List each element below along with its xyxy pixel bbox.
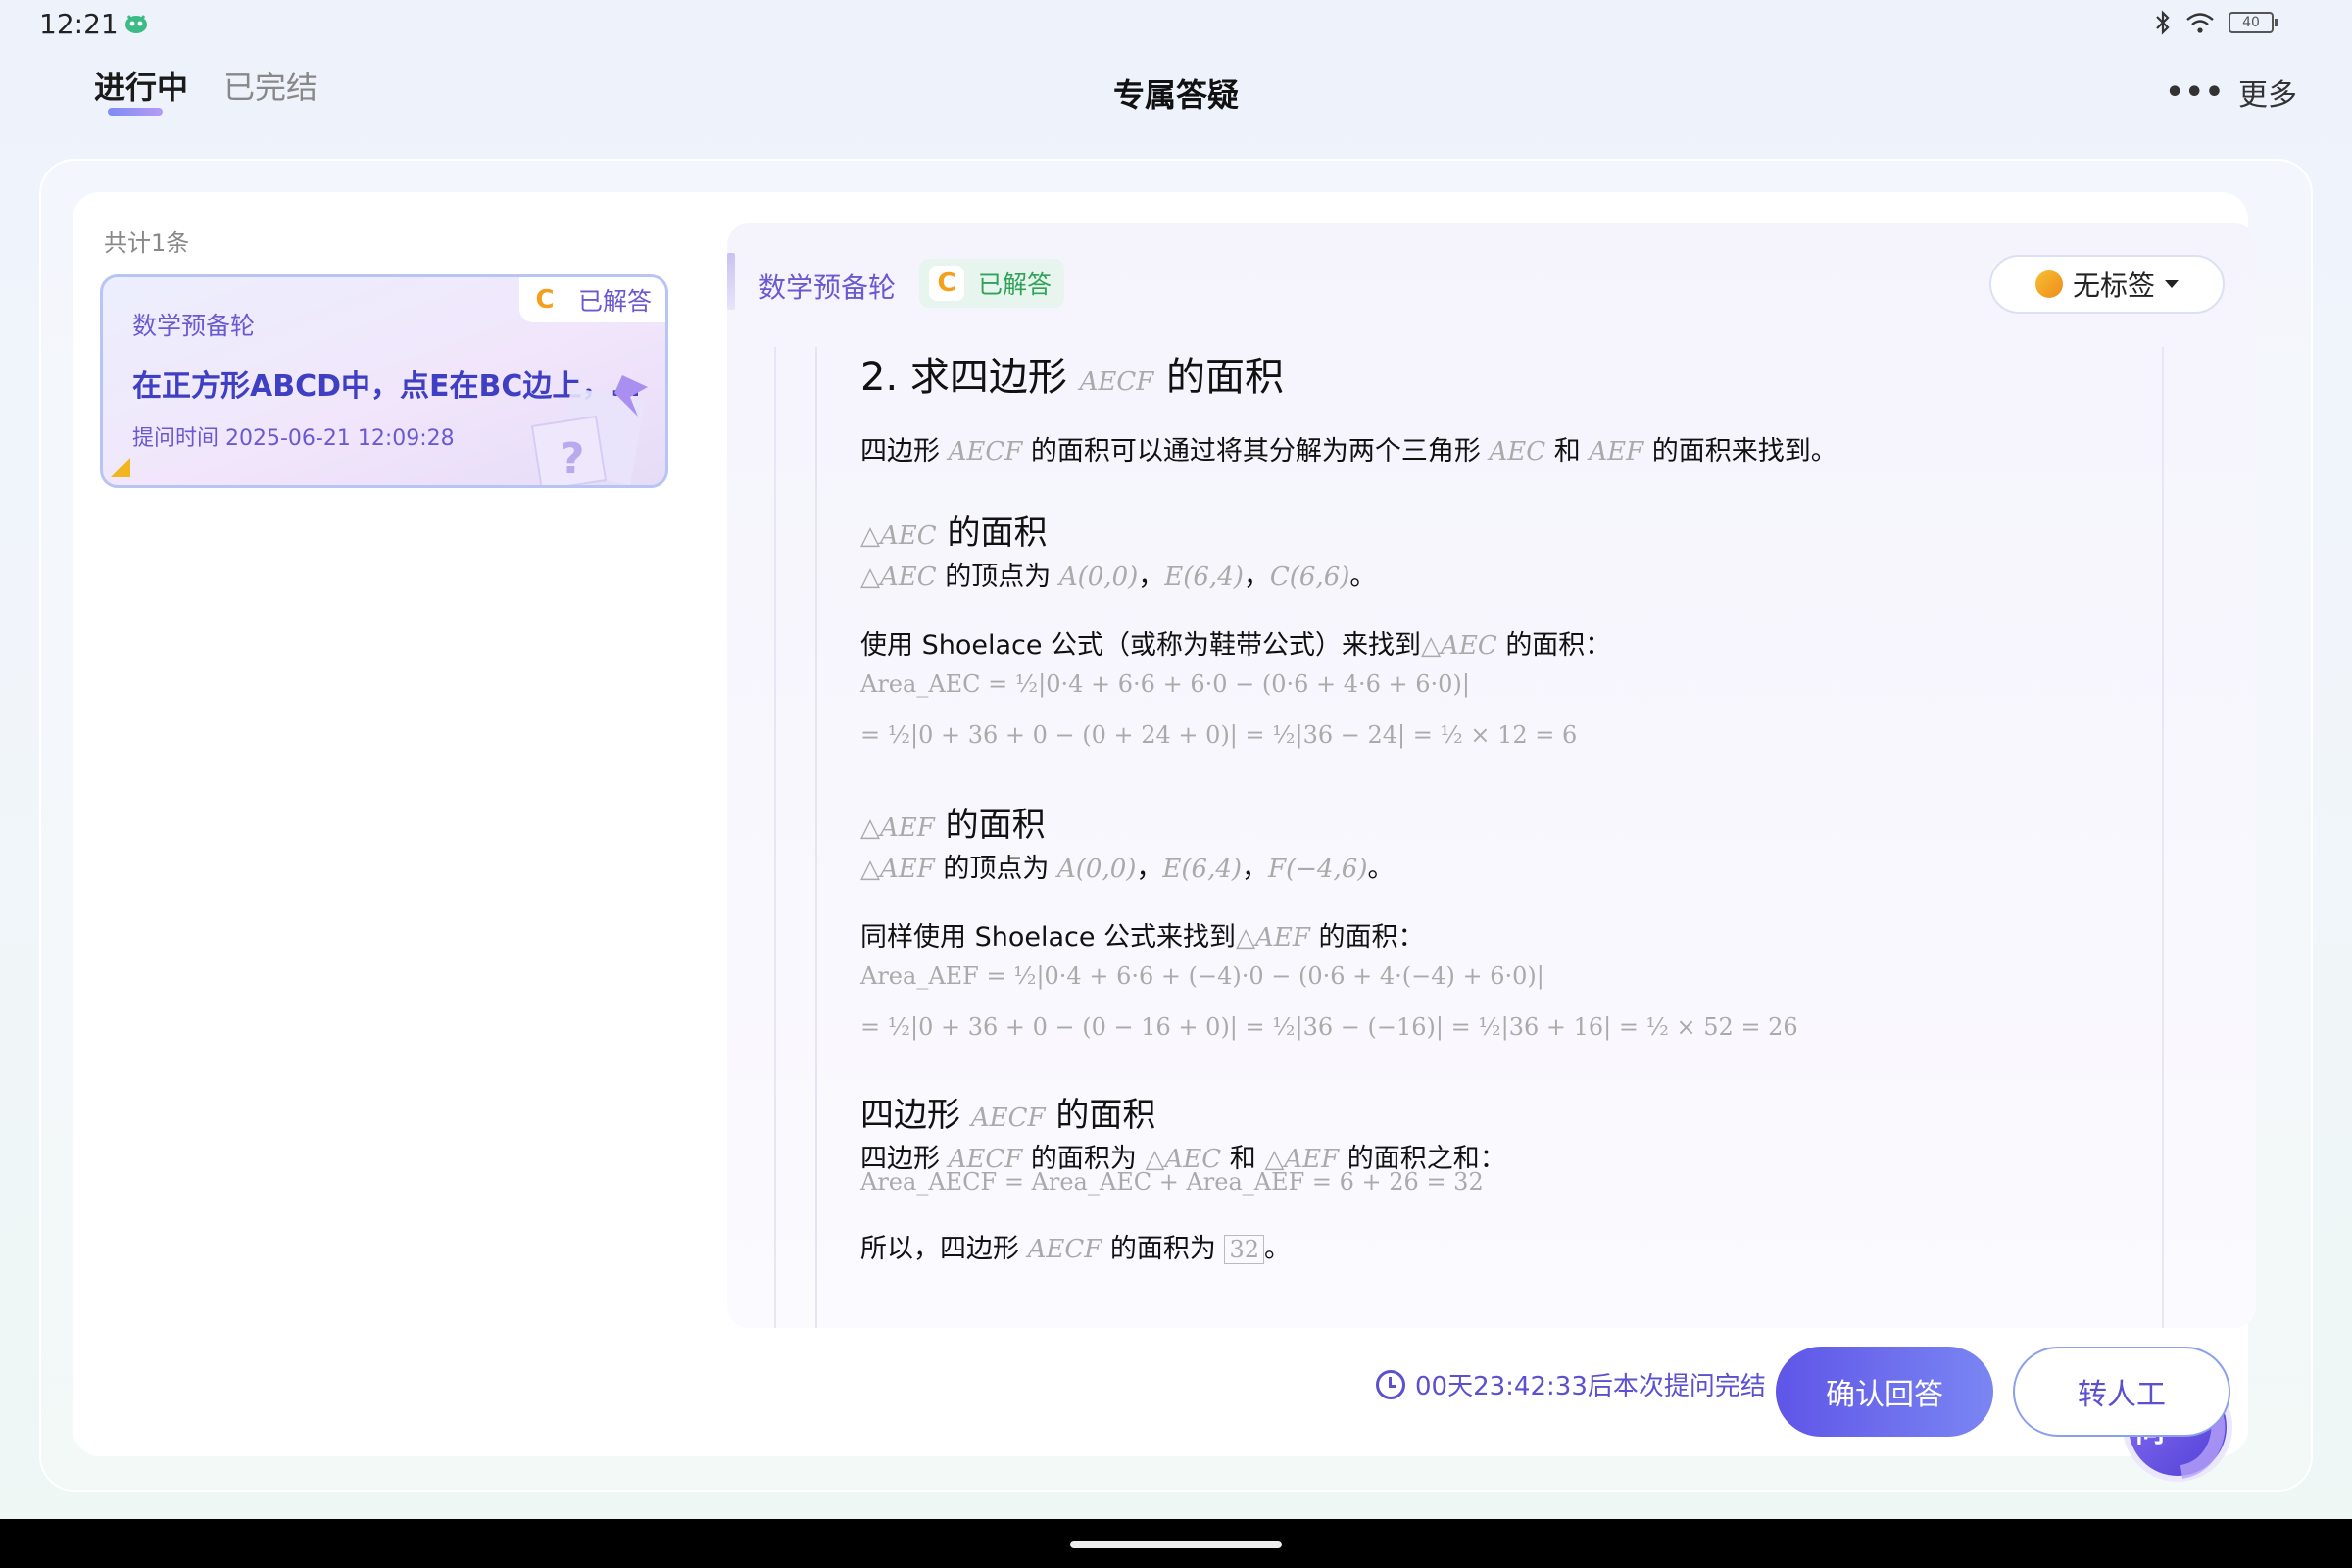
battery-icon: 40	[2229, 12, 2278, 33]
answer-heading: 2. 求四边形 AECF 的面积	[860, 347, 1284, 402]
answer-subject: 数学预备轮	[727, 253, 896, 310]
clock-icon	[1376, 1369, 1405, 1399]
boxed-answer: 32	[1224, 1235, 1265, 1264]
tag-label: 无标签	[2072, 270, 2155, 302]
transfer-human-button[interactable]: 转人工	[2013, 1347, 2230, 1437]
status-bar: 12:21 40	[0, 0, 2352, 49]
question-status-badge: C 已解答	[518, 277, 665, 322]
section1-title: △AEC 的面积	[860, 514, 1048, 553]
question-card[interactable]: 数学预备轮 C 已解答 在正方形ABCD中，点E在BC边上，… 提问时间 202…	[100, 274, 668, 488]
answer-area: 数学预备轮 C 已解答 无标签 2. 求四边形 AECF 的面积 四边形 AEC…	[727, 223, 2256, 1328]
question-count: 共计1条	[104, 229, 190, 257]
answer-panel: 数学预备轮 C 已解答 无标签 2. 求四边形 AECF 的面积 四边形 AEC…	[696, 192, 2256, 1482]
more-dots-icon: •••	[2165, 74, 2225, 110]
heading-text: 2. 求四边形	[860, 355, 1067, 400]
answer-status: 已解答	[978, 270, 1053, 299]
svg-text:?: ?	[560, 434, 585, 484]
home-handle[interactable]	[1070, 1541, 1282, 1548]
confirm-answer-button[interactable]: 确认回答	[1776, 1347, 1993, 1437]
section1-equation-2: = ½|0 + 36 + 0 − (0 + 24 + 0)| = ½|36 − …	[860, 721, 1578, 749]
wifi-icon	[2186, 13, 2214, 33]
question-mark-illustration-icon: ?	[530, 375, 648, 485]
section2-vertices: △AEF 的顶点为 A(0,0)，E(6,4)，F(−4,6)。	[860, 854, 1395, 884]
section2-method: 同样使用 Shoelace 公式来找到△AEF 的面积：	[860, 922, 1425, 953]
question-subject: 数学预备轮	[132, 312, 256, 340]
c-logo-icon: C	[929, 266, 964, 301]
system-nav-bar	[0, 1519, 2352, 1568]
action-bar: 00天23:42:33后本次提问完结 确认回答 转人工	[696, 1331, 2248, 1456]
section1-method: 使用 Shoelace 公式（或称为鞋带公式）来找到△AEC 的面积：	[860, 630, 1612, 661]
section3-title: 四边形 AECF 的面积	[860, 1096, 1156, 1135]
more-label: 更多	[2238, 78, 2297, 113]
app-notification-icon	[125, 15, 147, 33]
intro-paragraph: 四边形 AECF 的面积可以通过将其分解为两个三角形 AEC 和 AEF 的面积…	[860, 436, 1838, 466]
status-time: 12:21	[39, 8, 119, 40]
question-list-panel: 共计1条 数学预备轮 C 已解答 在正方形ABCD中，点E在BC边上，… 提问时…	[73, 192, 696, 1456]
question-time: 提问时间 2025-06-21 12:09:28	[132, 426, 455, 451]
tag-icon	[2034, 270, 2063, 298]
section1-vertices: △AEC 的顶点为 A(0,0)，E(6,4)，C(6,6)。	[860, 562, 1377, 592]
section3-equation: Area_AECF = Area_AEC + Area_AEF = 6 + 26…	[860, 1168, 1484, 1196]
conclusion: 所以，四边形 AECF 的面积为 32。	[860, 1234, 1292, 1264]
section2-equation-1: Area_AEF = ½|0·4 + 6·6 + (−4)·0 − (0·6 +…	[860, 962, 1544, 990]
heading-text-end: 的面积	[1166, 355, 1285, 400]
status-icons: 40	[2154, 10, 2278, 35]
countdown-text: 00天23:42:33后本次提问完结	[1415, 1372, 1766, 1401]
page-title: 专属答疑	[1112, 76, 1239, 114]
corner-marker	[111, 458, 130, 477]
question-status: 已解答	[577, 287, 652, 316]
section2-title: △AEF 的面积	[860, 806, 1046, 845]
heading-math: AECF	[1079, 368, 1154, 397]
section2-equation-2: = ½|0 + 36 + 0 − (0 − 16 + 0)| = ½|36 − …	[860, 1013, 1798, 1041]
chevron-down-icon	[2165, 280, 2179, 288]
tag-dropdown[interactable]: 无标签	[1989, 255, 2225, 314]
section1-equation-1: Area_AEC = ½|0·4 + 6·6 + 6·0 − (0·6 + 4·…	[860, 670, 1470, 698]
answer-content[interactable]: 2. 求四边形 AECF 的面积 四边形 AECF 的面积可以通过将其分解为两个…	[774, 347, 2164, 1328]
bluetooth-icon	[2156, 10, 2170, 35]
c-logo-icon: C	[535, 285, 555, 315]
answer-document: 2. 求四边形 AECF 的面积 四边形 AECF 的面积可以通过将其分解为两个…	[815, 347, 2148, 1328]
more-button[interactable]: ••• 更多	[2165, 71, 2297, 114]
battery-level: 40	[2242, 15, 2260, 30]
countdown: 00天23:42:33后本次提问完结	[1376, 1366, 1766, 1402]
answer-status-badge: C 已解答	[919, 259, 1064, 308]
